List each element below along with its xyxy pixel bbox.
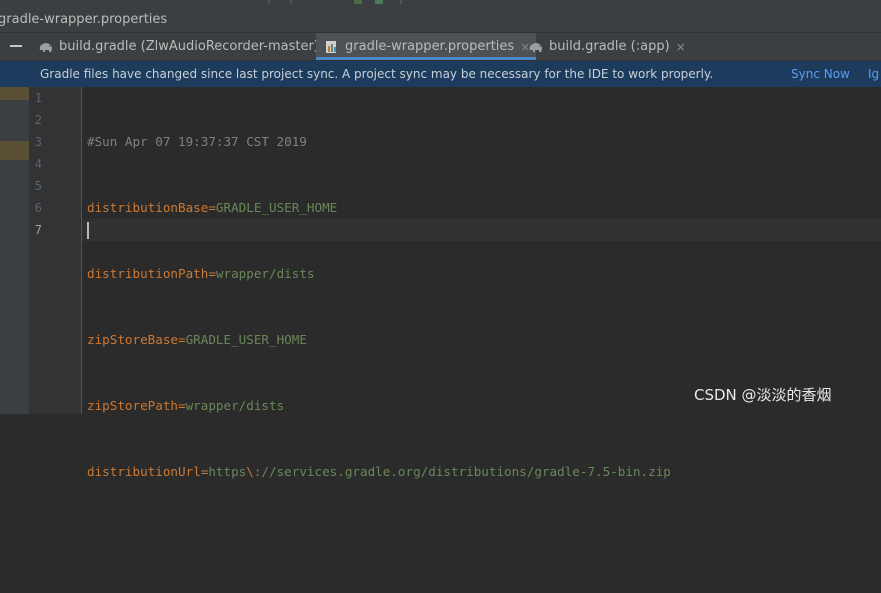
equals-sign: =	[200, 464, 209, 479]
line-number: 6	[34, 201, 42, 215]
equals-sign: =	[208, 200, 216, 215]
line-number-gutter: 1 2 3 4 5 6 7	[29, 87, 82, 414]
line-number: 2	[34, 113, 42, 127]
line-number: 4	[34, 157, 42, 171]
title-bar: gradle-wrapper.properties	[0, 8, 881, 33]
escape-char: \	[246, 464, 254, 479]
gradle-sync-banner: Gradle files have changed since last pro…	[0, 61, 881, 87]
top-toolbar-strip	[0, 0, 881, 8]
property-key: zipStoreBase	[87, 332, 178, 347]
property-key: distributionUrl	[87, 464, 201, 479]
gradle-elephant-icon	[528, 40, 544, 54]
tab-build-gradle-app[interactable]: build.gradle (:app) ×	[528, 33, 686, 60]
tab-label: gradle-wrapper.properties	[345, 39, 515, 54]
property-value: https	[208, 464, 247, 479]
line-number: 1	[34, 91, 42, 105]
toolbar-separator	[400, 0, 402, 4]
line-number-current: 7	[34, 223, 42, 237]
hide-panel-icon[interactable]	[10, 45, 22, 47]
equals-sign: =	[178, 332, 186, 347]
project-panel[interactable]: lwAudi	[0, 61, 29, 414]
property-value: GRADLE_USER_HOME	[185, 332, 307, 347]
property-key: distributionBase	[87, 200, 209, 215]
window-title: gradle-wrapper.properties	[0, 12, 168, 27]
code-line[interactable]: distributionBase=GRADLE_USER_HOME	[87, 197, 671, 219]
tree-item-highlight[interactable]	[0, 141, 29, 160]
ignore-changes-link[interactable]: Ig	[868, 61, 879, 87]
property-value: GRADLE_USER_HOME	[215, 200, 338, 215]
close-icon[interactable]: ×	[676, 40, 686, 54]
tab-label: build.gradle (:app)	[549, 39, 670, 54]
tab-build-gradle-project[interactable]: build.gradle (ZlwAudioRecorder-master) ×	[38, 33, 335, 60]
tab-label: build.gradle (ZlwAudioRecorder-master)	[59, 39, 319, 54]
code-line[interactable]: zipStoreBase=GRADLE_USER_HOME	[87, 329, 671, 351]
banner-message: Gradle files have changed since last pro…	[40, 67, 714, 81]
line-number: 3	[34, 135, 42, 149]
comment: #Sun Apr 07 19:37:37 CST 2019	[87, 134, 307, 149]
toolbar-debug-icon[interactable]	[375, 0, 383, 4]
equals-sign: =	[178, 398, 186, 413]
property-key: distributionPath	[87, 266, 209, 281]
code-editor[interactable]: #Sun Apr 07 19:37:37 CST 2019 distributi…	[82, 87, 881, 479]
editor-tab-bar: build.gradle (ZlwAudioRecorder-master) ×…	[0, 33, 881, 61]
toolbar-separator	[290, 0, 292, 4]
text-caret	[87, 222, 89, 239]
code-line[interactable]: distributionPath=wrapper/dists	[87, 263, 671, 285]
toolbar-separator	[268, 0, 270, 4]
property-value: ://services.gradle.org/distributions/gra…	[253, 464, 671, 479]
code-line[interactable]: distributionUrl=https\://services.gradle…	[87, 461, 671, 483]
code-line-current[interactable]	[87, 527, 671, 549]
property-value: wrapper/dists	[185, 398, 285, 413]
watermark-text: CSDN @淡淡的香烟	[694, 386, 832, 404]
sync-now-link[interactable]: Sync Now	[791, 61, 850, 87]
tab-gradle-wrapper-properties[interactable]: gradle-wrapper.properties ×	[316, 33, 537, 60]
code-text[interactable]: #Sun Apr 07 19:37:37 CST 2019 distributi…	[87, 87, 671, 593]
gradle-elephant-icon	[38, 40, 54, 54]
equals-sign: =	[208, 266, 216, 281]
code-line[interactable]: #Sun Apr 07 19:37:37 CST 2019	[87, 131, 671, 153]
property-value: wrapper/dists	[215, 266, 315, 281]
toolbar-run-icon[interactable]	[354, 0, 362, 4]
property-key: zipStorePath	[87, 398, 178, 413]
line-number: 5	[34, 179, 42, 193]
properties-file-icon	[324, 40, 340, 54]
